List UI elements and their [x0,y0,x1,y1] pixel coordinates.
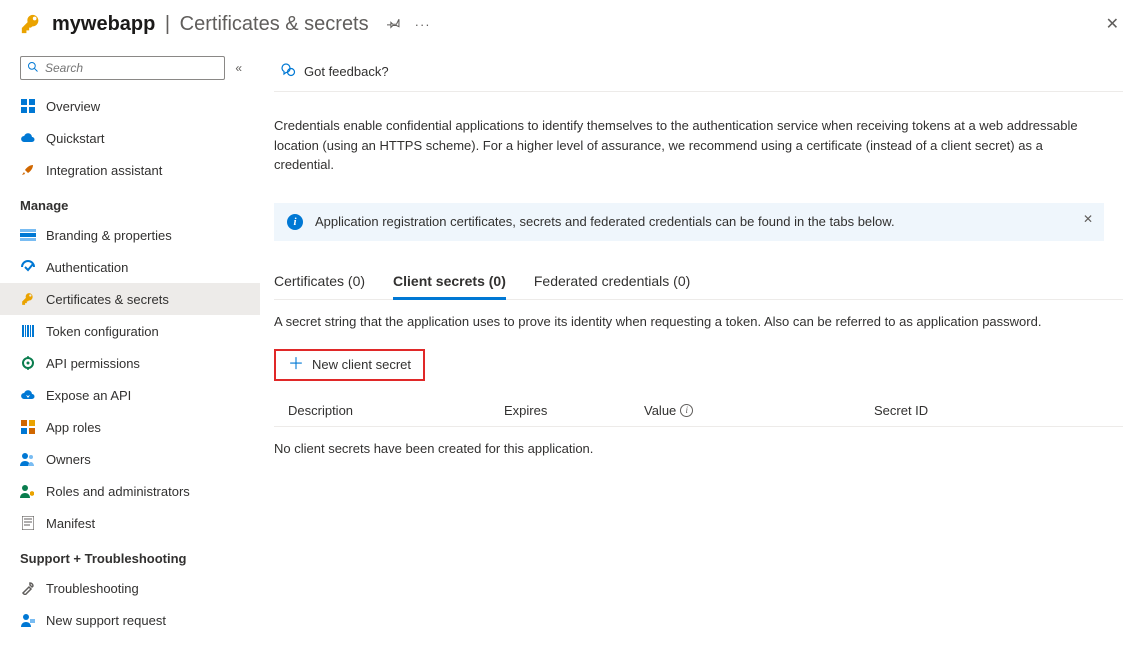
search-box[interactable] [20,56,225,80]
sidebar-item-new-support-request[interactable]: New support request [0,604,260,636]
cloud-icon [20,130,36,146]
rocket-icon [20,162,36,178]
close-button[interactable]: ✕ [1102,10,1123,38]
info-banner: i Application registration certificates,… [274,203,1104,241]
sidebar-item-branding-properties[interactable]: Branding & properties [0,219,260,251]
sidebar-item-label: Troubleshooting [46,581,139,596]
section-support: Support + Troubleshooting [0,539,260,572]
auth-icon [20,259,36,275]
sidebar-item-integration-assistant[interactable]: Integration assistant [0,154,260,186]
wrench-icon [20,580,36,596]
sidebar-item-label: Branding & properties [46,228,172,243]
empty-state-message: No client secrets have been created for … [274,427,1123,470]
sidebar-item-certificates-secrets[interactable]: Certificates & secrets [0,283,260,315]
secrets-table-header: Description Expires Value i Secret ID [274,395,1123,427]
app-name: mywebapp [52,13,155,36]
tabs: Certificates (0) Client secrets (0) Fede… [274,265,1123,300]
sidebar-item-owners[interactable]: Owners [0,443,260,475]
feedback-label: Got feedback? [304,64,389,79]
sidebar-item-label: Authentication [46,260,128,275]
sidebar-item-token-configuration[interactable]: Token configuration [0,315,260,347]
sidebar-item-label: Token configuration [46,324,159,339]
search-icon [27,61,39,76]
sidebar-item-expose-an-api[interactable]: Expose an API [0,379,260,411]
plus-icon: ＋ [288,357,304,373]
sidebar-item-quickstart[interactable]: Quickstart [0,122,260,154]
token-icon [20,323,36,339]
sidebar-item-troubleshooting[interactable]: Troubleshooting [0,572,260,604]
sidebar-item-label: Manifest [46,516,95,531]
feedback-button[interactable]: Got feedback? [274,58,395,85]
header-separator: | [159,13,175,36]
sidebar-item-label: API permissions [46,356,140,371]
credentials-description: Credentials enable confidential applicat… [274,116,1094,175]
info-banner-close[interactable]: ✕ [1083,212,1093,226]
search-input[interactable] [45,61,218,75]
section-manage: Manage [0,186,260,219]
col-secret-id: Secret ID [874,403,1123,418]
support-icon [20,612,36,628]
new-client-secret-button[interactable]: ＋ New client secret [274,349,425,381]
sidebar: « Overview Quickstart Integration assistan… [0,52,260,664]
roles-icon [20,419,36,435]
sidebar-item-label: Owners [46,452,91,467]
new-client-secret-label: New client secret [312,357,411,372]
tab-client-secrets[interactable]: Client secrets (0) [393,265,506,299]
key-icon [20,291,36,307]
sidebar-item-label: Quickstart [46,131,105,146]
sidebar-item-label: App roles [46,420,101,435]
page-title: Certificates & secrets [180,13,369,36]
col-value: Value i [644,403,874,418]
key-icon [20,13,42,35]
pin-icon[interactable] [387,16,401,33]
col-expires: Expires [504,403,644,418]
tab-federated[interactable]: Federated credentials (0) [534,265,690,299]
sidebar-item-overview[interactable]: Overview [0,90,260,122]
col-description: Description [274,403,504,418]
sidebar-item-roles-and-administrators[interactable]: Roles and administrators [0,475,260,507]
manifest-icon [20,515,36,531]
value-info-icon[interactable]: i [680,404,693,417]
owners-icon [20,451,36,467]
sidebar-item-label: Overview [46,99,100,114]
brand-icon [20,227,36,243]
info-banner-text: Application registration certificates, s… [315,214,895,229]
sidebar-item-label: Certificates & secrets [46,292,169,307]
admins-icon [20,483,36,499]
grid-icon [20,98,36,114]
tab-description: A secret string that the application use… [274,314,1123,329]
sidebar-item-label: New support request [46,613,166,628]
feedback-icon [280,62,296,81]
sidebar-item-label: Roles and administrators [46,484,190,499]
sidebar-item-manifest[interactable]: Manifest [0,507,260,539]
sidebar-item-label: Expose an API [46,388,131,403]
sidebar-item-api-permissions[interactable]: API permissions [0,347,260,379]
sidebar-item-label: Integration assistant [46,163,162,178]
toolbar: Got feedback? [274,52,1123,92]
main-content: Got feedback? Credentials enable confide… [260,52,1143,664]
api-perm-icon [20,355,36,371]
col-value-label: Value [644,403,676,418]
page-header: mywebapp | Certificates & secrets ··· ✕ [0,0,1143,52]
tab-certificates[interactable]: Certificates (0) [274,265,365,299]
sidebar-item-app-roles[interactable]: App roles [0,411,260,443]
sidebar-item-authentication[interactable]: Authentication [0,251,260,283]
collapse-sidebar-icon[interactable]: « [235,61,242,75]
expose-icon [20,387,36,403]
more-icon[interactable]: ··· [415,17,431,32]
info-icon: i [287,214,303,230]
